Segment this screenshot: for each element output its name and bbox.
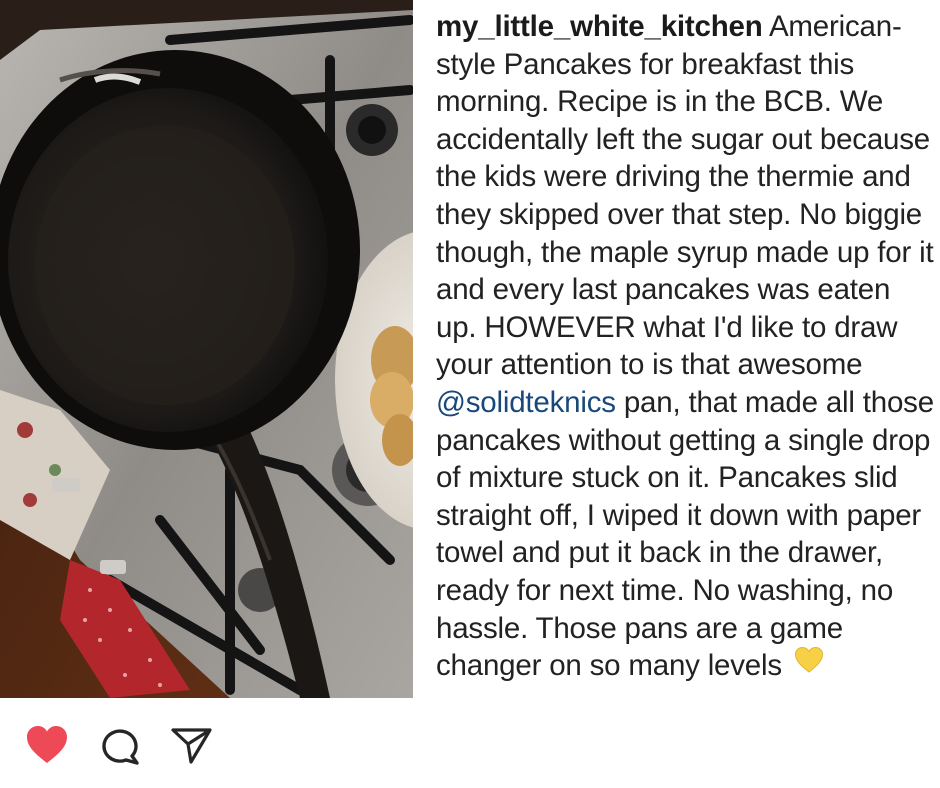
- username-link[interactable]: my_little_white_kitchen: [436, 10, 763, 43]
- like-button[interactable]: [24, 722, 70, 768]
- send-icon: [171, 728, 212, 764]
- comment-icon: [102, 729, 139, 765]
- share-button[interactable]: [168, 722, 214, 768]
- caption-text-continued: pan, that made all those pancakes withou…: [436, 385, 934, 683]
- heart-icon: [27, 726, 67, 763]
- post-photo[interactable]: [0, 0, 413, 698]
- caption-text: American-style Pancakes for breakfast th…: [436, 10, 934, 382]
- post-caption: my_little_white_kitchen American-style P…: [436, 8, 936, 686]
- comment-button[interactable]: [97, 722, 143, 768]
- yellow-heart-icon: [794, 646, 824, 684]
- post-actions-bar: [0, 698, 413, 788]
- mention-link[interactable]: @solidteknics: [436, 386, 616, 419]
